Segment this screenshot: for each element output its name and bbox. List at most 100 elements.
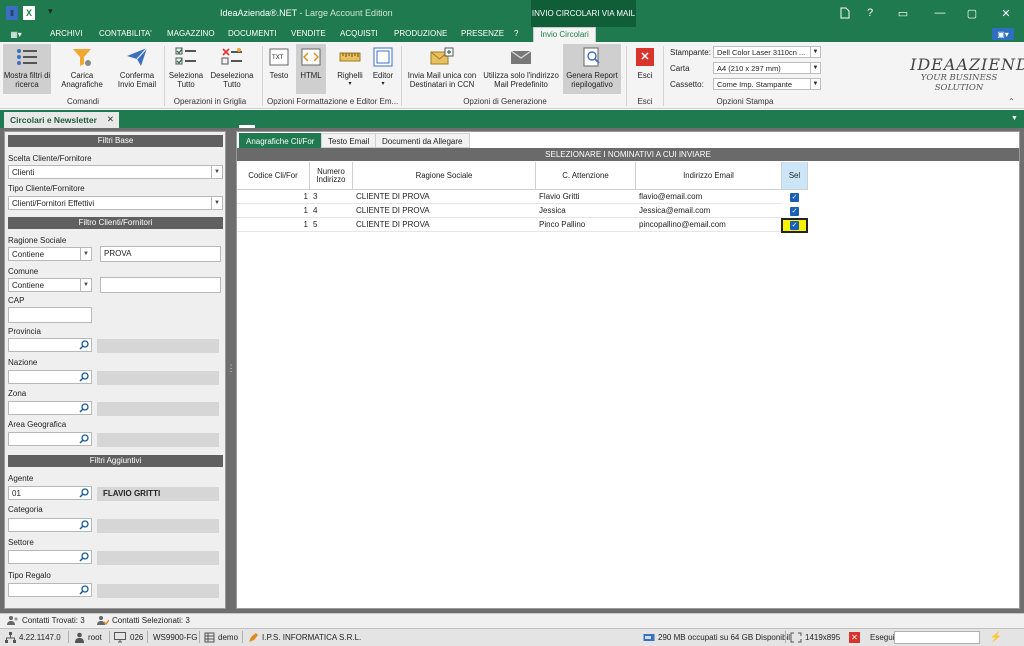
cap-input[interactable] — [8, 307, 92, 323]
cell-attenzione[interactable]: Pinco Pallino — [536, 218, 636, 232]
cell-numero[interactable]: 3 — [310, 190, 353, 204]
cell-ragione[interactable]: CLIENTE DI PROVA — [353, 190, 536, 204]
close-button[interactable]: ✕ — [996, 4, 1016, 22]
area-input[interactable] — [8, 432, 92, 446]
categoria-input[interactable] — [8, 518, 92, 532]
testo-button[interactable]: TXT Testo — [265, 44, 293, 94]
search-icon[interactable] — [78, 339, 90, 351]
row-select-checkbox[interactable]: ✓ — [790, 207, 799, 216]
tipo-regalo-input[interactable] — [8, 583, 92, 597]
menu-magazzino[interactable]: MAGAZZINO — [167, 29, 215, 38]
menu-vendite[interactable]: VENDITE — [291, 29, 326, 38]
cell-codice[interactable]: 1 — [237, 190, 310, 204]
document-icon[interactable] — [835, 4, 855, 22]
cell-codice[interactable]: 1 — [237, 204, 310, 218]
provincia-input[interactable] — [8, 338, 92, 352]
utilizza-indirizzo-button[interactable]: Utilizza solo l'indirizzo Mail Predefini… — [482, 44, 560, 94]
editor-button[interactable]: Editor ▾ — [368, 44, 398, 94]
search-icon[interactable] — [78, 584, 90, 596]
comune-input[interactable] — [100, 277, 221, 293]
chevron-down-icon[interactable]: ▼ — [211, 197, 222, 209]
cell-codice[interactable]: 1 — [237, 218, 310, 232]
row-select-checkbox[interactable]: ✓ — [790, 221, 799, 230]
maximize-button[interactable]: ▢ — [962, 4, 982, 22]
html-button[interactable]: HTML — [296, 44, 326, 94]
panel-splitter-handle[interactable]: ⋮ — [227, 360, 236, 376]
carta-combo[interactable]: A4 (210 x 297 mm) ▼ — [713, 62, 821, 74]
chevron-down-icon[interactable]: ▼ — [80, 248, 91, 260]
menu-archivi[interactable]: ARCHIVI — [50, 29, 82, 38]
settore-input[interactable] — [8, 550, 92, 564]
menu-invio-circolari[interactable]: Invio Circolari — [533, 27, 596, 42]
seleziona-tutto-button[interactable]: Seleziona Tutto — [166, 44, 206, 94]
chevron-down-icon[interactable]: ▼ — [211, 166, 222, 178]
search-icon[interactable] — [78, 402, 90, 414]
cell-attenzione[interactable]: Flavio Gritti — [536, 190, 636, 204]
mostra-filtri-button[interactable]: Mostra filtri di ricerca — [3, 44, 51, 94]
chevron-down-icon[interactable]: ▼ — [810, 47, 820, 57]
lightning-icon[interactable]: ⚡ — [990, 631, 1002, 643]
theme-picker-icon[interactable]: ▣▾ — [992, 28, 1014, 40]
menu-help[interactable]: ? — [514, 29, 518, 38]
chevron-down-icon[interactable]: ▼ — [810, 79, 820, 89]
menu-acquisti[interactable]: ACQUISTI — [340, 29, 378, 38]
search-icon[interactable] — [78, 371, 90, 383]
cell-ragione[interactable]: CLIENTE DI PROVA — [353, 204, 536, 218]
cell-email[interactable]: pincopallino@email.com — [636, 218, 782, 232]
header-attenzione[interactable]: C. Attenzione — [536, 162, 636, 190]
menu-contabilita[interactable]: CONTABILITA' — [99, 29, 152, 38]
nazione-input[interactable] — [8, 370, 92, 384]
search-icon[interactable] — [78, 519, 90, 531]
genera-report-button[interactable]: Genera Report riepilogativo — [563, 44, 621, 94]
restore-layout-button[interactable]: ▭ — [893, 4, 913, 22]
row-select-checkbox[interactable]: ✓ — [790, 193, 799, 202]
menu-presenze[interactable]: PRESENZE — [461, 29, 504, 38]
zona-input[interactable] — [8, 401, 92, 415]
header-codice[interactable]: Codice Cli/For — [237, 162, 310, 190]
header-sel[interactable]: Sel — [782, 162, 808, 190]
app-menu-button[interactable]: ▦▾ — [5, 28, 27, 40]
search-icon[interactable] — [78, 487, 90, 499]
doc-tab-circolari[interactable]: Circolari e Newsletter ✕ — [4, 112, 119, 128]
cell-attenzione[interactable]: Jessica — [536, 204, 636, 218]
stampante-combo[interactable]: Dell Color Laser 3110cn ... ▼ — [713, 46, 821, 58]
cell-ragione[interactable]: CLIENTE DI PROVA — [353, 218, 536, 232]
tab-list-dropdown-icon[interactable]: ▼ — [1011, 115, 1018, 122]
cell-email[interactable]: Jessica@email.com — [636, 204, 782, 218]
ragione-input[interactable]: PROVA — [100, 246, 221, 262]
esegui-input[interactable] — [894, 631, 980, 644]
tab-documenti-allegare[interactable]: Documenti da Allegare — [375, 133, 470, 148]
conferma-invio-button[interactable]: Conferma Invio Email — [112, 44, 162, 94]
agente-input[interactable]: 01 — [8, 486, 92, 500]
cassetto-combo[interactable]: Come Imp. Stampante ▼ — [713, 78, 821, 90]
esci-button[interactable]: ✕ Esci — [631, 44, 659, 94]
header-ragione[interactable]: Ragione Sociale — [353, 162, 536, 190]
doc-tab-close-icon[interactable]: ✕ — [107, 114, 114, 125]
invia-mail-unica-button[interactable]: Invia Mail unica con Destinatari in CCN — [405, 44, 479, 94]
close-x-icon[interactable]: ✕ — [849, 632, 860, 643]
quick-access-dropdown-icon[interactable]: ▾ — [48, 6, 53, 17]
ribbon-collapse-icon[interactable]: ⌃ — [1008, 97, 1015, 106]
search-icon[interactable] — [78, 551, 90, 563]
tab-testo-email[interactable]: Testo Email — [321, 133, 377, 148]
help-button[interactable]: ? — [860, 4, 880, 22]
menu-documenti[interactable]: DOCUMENTI — [228, 29, 276, 38]
deseleziona-tutto-button[interactable]: Deseleziona Tutto — [208, 44, 256, 94]
chevron-down-icon[interactable]: ▼ — [810, 63, 820, 73]
comune-operator-combo[interactable]: Contiene ▼ — [8, 278, 92, 292]
minimize-button[interactable]: — — [930, 4, 950, 22]
header-numero[interactable]: Numero Indirizzo — [310, 162, 353, 190]
cell-email[interactable]: flavio@email.com — [636, 190, 782, 204]
chevron-down-icon[interactable]: ▼ — [80, 279, 91, 291]
scelta-combo[interactable]: Clienti ▼ — [8, 165, 223, 179]
menu-produzione[interactable]: PRODUZIONE — [394, 29, 447, 38]
tab-anagrafiche[interactable]: Anagrafiche Cli/For — [239, 133, 322, 148]
ragione-operator-combo[interactable]: Contiene ▼ — [8, 247, 92, 261]
header-email[interactable]: Indirizzo Email — [636, 162, 782, 190]
tipo-combo[interactable]: Clienti/Fornitori Effettivi ▼ — [8, 196, 223, 210]
cell-numero[interactable]: 5 — [310, 218, 353, 232]
cell-numero[interactable]: 4 — [310, 204, 353, 218]
excel-export-icon[interactable]: X — [23, 6, 35, 20]
righelli-button[interactable]: Righelli ▾ — [334, 44, 366, 94]
search-icon[interactable] — [78, 433, 90, 445]
